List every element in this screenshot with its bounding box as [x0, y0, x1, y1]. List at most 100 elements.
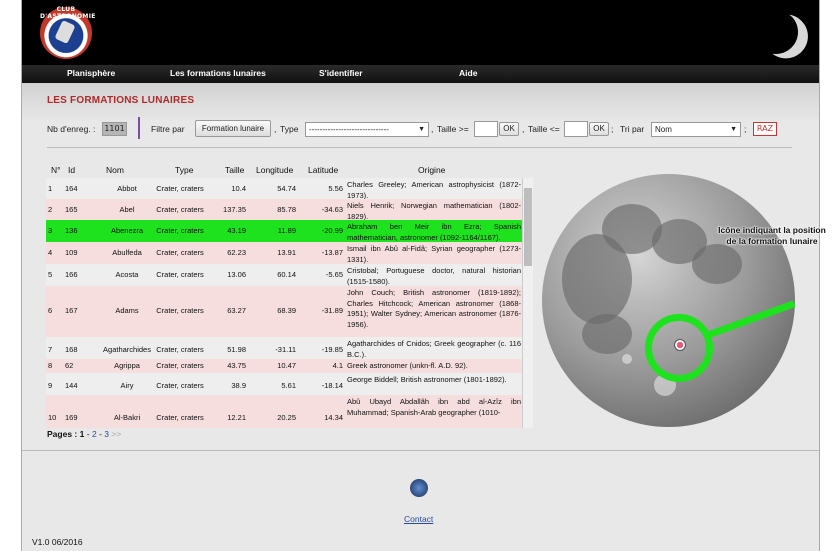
- cell-taille: 38.9: [231, 381, 246, 390]
- cell-id: 136: [65, 226, 78, 235]
- page-link-2[interactable]: 2: [92, 429, 97, 439]
- cell-nom: Abulfeda: [112, 248, 142, 257]
- cell-longitude: 13.91: [277, 248, 296, 257]
- sort-select-value: Nom: [655, 125, 672, 134]
- count-value: 1101: [102, 122, 127, 136]
- comma: ,: [274, 124, 277, 134]
- cell-latitude: 4.1: [332, 361, 343, 370]
- cell-latitude: -13.87: [321, 248, 343, 257]
- size-max-input[interactable]: [564, 121, 588, 137]
- type-label: Type: [280, 124, 299, 134]
- size-min-input[interactable]: [474, 121, 498, 137]
- comma: ,: [522, 124, 525, 134]
- reset-button[interactable]: RAZ: [753, 122, 777, 136]
- table-row[interactable]: 10 169 Al-Bakri Crater, craters 12.21 20…: [46, 395, 523, 428]
- size-max-ok-button[interactable]: OK: [589, 122, 609, 136]
- table-row[interactable]: 7 168 Agatharchides Crater, craters 51.9…: [46, 337, 523, 359]
- moon-map[interactable]: [542, 174, 795, 427]
- page-next: >>: [111, 429, 122, 439]
- cell-longitude: 20.25: [277, 413, 296, 422]
- cell-id: 62: [65, 361, 74, 370]
- cell-id: 167: [65, 306, 78, 315]
- col-header-longitude: Longitude: [256, 165, 294, 175]
- table-row[interactable]: 2 165 Abel Crater, craters 137.35 85.78 …: [46, 199, 523, 221]
- cell-taille: 51.98: [227, 345, 246, 354]
- cell-origine: Agatharchides of Cnidos; Greek geographe…: [347, 339, 521, 359]
- cell-nom: Adams: [115, 306, 139, 315]
- formations-table: 1 164 Abbot Crater, craters 10.4 54.74 5…: [46, 178, 533, 428]
- nav-item-help[interactable]: Aide: [459, 68, 477, 78]
- cell-origine: Cristobal; Portuguese doctor, natural hi…: [347, 266, 521, 286]
- table-row[interactable]: 5 166 Acosta Crater, craters 13.06 60.14…: [46, 264, 523, 286]
- cell-nom: Abbot: [117, 184, 137, 193]
- nav-item-formations[interactable]: Les formations lunaires: [170, 68, 266, 78]
- sort-select[interactable]: Nom ▼: [651, 122, 741, 137]
- page-sep: -: [86, 429, 90, 439]
- cell-latitude: -18.14: [321, 381, 343, 390]
- nav-item-login[interactable]: S'identifier: [319, 68, 363, 78]
- formation-position-icon[interactable]: [674, 339, 686, 351]
- cell-latitude: -34.63: [321, 205, 343, 214]
- contact-link[interactable]: Contact: [404, 514, 433, 524]
- table-row-selected[interactable]: 3 136 Abenezra Crater, craters 43.19 11.…: [46, 220, 523, 242]
- cell-n: 2: [48, 205, 53, 214]
- page-title: LES FORMATIONS LUNAIRES: [47, 95, 195, 106]
- cell-n: 3: [48, 226, 53, 235]
- cell-n: 6: [48, 306, 53, 315]
- main-content: LES FORMATIONS LUNAIRES Nb d'enreg. : 11…: [22, 83, 826, 450]
- cell-origine: Ismail ibn Abû al-Fidâ; Syrian geographe…: [347, 244, 521, 264]
- chevron-down-icon: ▼: [730, 126, 737, 133]
- table-row[interactable]: 6 167 Adams Crater, craters 63.27 68.39 …: [46, 286, 523, 337]
- cell-nom: Abenezra: [110, 226, 144, 235]
- cell-type: Crater, craters: [156, 205, 204, 214]
- cell-type: Crater, craters: [156, 381, 204, 390]
- table-row[interactable]: 1 164 Abbot Crater, craters 10.4 54.74 5…: [46, 178, 523, 200]
- cell-latitude: -19.85: [321, 345, 343, 354]
- scrollbar-thumb[interactable]: [524, 188, 532, 266]
- cell-latitude: -20.99: [321, 226, 343, 235]
- cell-origine: George Biddell; British astronomer (1801…: [347, 375, 507, 384]
- cell-latitude: 5.56: [328, 184, 343, 193]
- page-current: 1: [79, 429, 85, 439]
- size-min-ok-button[interactable]: OK: [499, 122, 519, 136]
- version-text: V1.0 06/2016: [32, 537, 83, 547]
- cell-longitude: 60.14: [277, 270, 296, 279]
- cell-nom: Airy: [120, 381, 134, 390]
- table-row[interactable]: 4 109 Abulfeda Crater, craters 62.23 13.…: [46, 242, 523, 264]
- cell-longitude: 5.61: [281, 381, 296, 390]
- cell-n: 7: [48, 345, 53, 354]
- cell-longitude: 11.89: [277, 226, 296, 235]
- sort-label: Tri par: [620, 124, 645, 134]
- annotation-text: Icône indiquant la position de la format…: [718, 225, 826, 246]
- nav-item-planisphere[interactable]: Planisphère: [67, 68, 115, 78]
- page-frame: CLUB D'ASTRONOMIE Planisphère Les format…: [21, 0, 826, 551]
- cell-origine: John Couch; British astronomer (1819-189…: [347, 288, 521, 330]
- cell-nom: Agrippa: [114, 361, 140, 370]
- pages-label: Pages :: [47, 429, 78, 439]
- cell-origine: Abraham ben Meir ibn Ezra; Spanish mathe…: [347, 222, 521, 242]
- filter-formation-button[interactable]: Formation lunaire: [195, 120, 271, 137]
- type-select[interactable]: ------------------------------ ▼: [305, 122, 429, 137]
- col-header-n: N°: [51, 165, 61, 175]
- cell-origine: Abû Ubayd Abdallâh ibn abd al-Azîz ibn M…: [347, 397, 521, 417]
- col-header-nom: Nom: [106, 165, 124, 175]
- cell-latitude: -31.89: [321, 306, 343, 315]
- lunar-mare: [692, 244, 742, 284]
- club-logo[interactable]: CLUB D'ASTRONOMIE: [40, 6, 95, 59]
- cell-longitude: 10.47: [277, 361, 296, 370]
- table-scrollbar[interactable]: [522, 178, 533, 428]
- cell-taille: 43.19: [227, 226, 246, 235]
- page-link-3[interactable]: 3: [104, 429, 109, 439]
- cell-longitude: 54.74: [277, 184, 296, 193]
- main-nav: Planisphère Les formations lunaires S'id…: [22, 65, 819, 83]
- cell-n: 9: [48, 381, 53, 390]
- cell-nom: Acosta: [115, 270, 139, 279]
- cell-id: 169: [65, 413, 78, 422]
- table-row[interactable]: 9 144 Airy Crater, craters 38.9 5.61 -18…: [46, 373, 523, 395]
- cell-taille: 62.23: [227, 248, 246, 257]
- table-row[interactable]: 8 62 Agrippa Crater, craters 43.75 10.47…: [46, 359, 523, 373]
- semicolon: ;: [611, 124, 614, 134]
- cell-origine: Greek astronomer (unkn-fl. A.D. 92).: [347, 361, 468, 370]
- cell-taille: 43.75: [227, 361, 246, 370]
- lunar-mare: [582, 314, 632, 354]
